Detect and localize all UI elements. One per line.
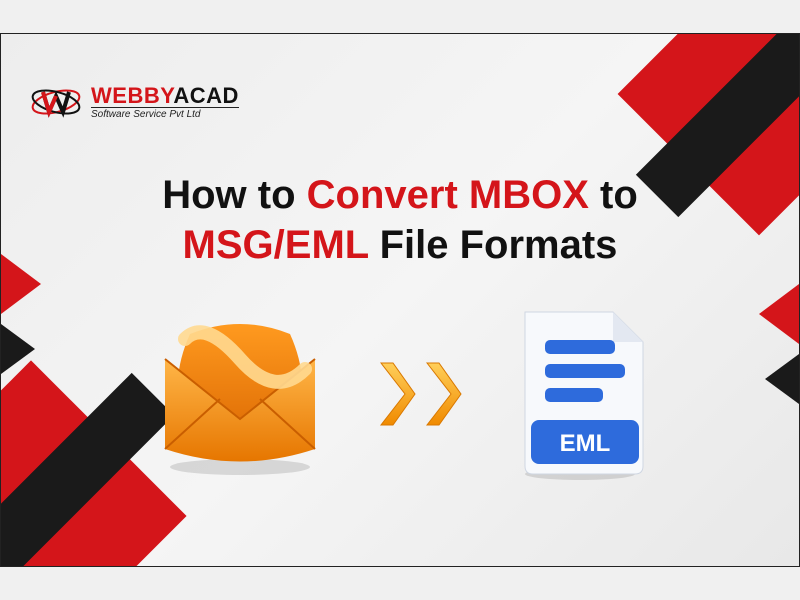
brand-tagline: Software Service Pvt Ltd (91, 107, 239, 120)
eml-label-text: EML (560, 430, 611, 457)
illustration-row: EML (1, 304, 799, 484)
headline-highlight: MSG/EML (183, 223, 369, 267)
headline-highlight: Convert MBOX (307, 173, 589, 217)
eml-file-icon: EML (505, 304, 655, 484)
arrow-chevrons-icon (365, 354, 475, 434)
logo-mark-icon (31, 82, 81, 122)
promo-graphic: WEBBYACAD Software Service Pvt Ltd How t… (0, 33, 800, 567)
headline-text: to (589, 173, 638, 217)
headline-text: How to (162, 173, 306, 217)
mbox-envelope-icon (145, 309, 335, 479)
headline: How to Convert MBOX to MSG/EML File Form… (1, 170, 799, 270)
logo-text: WEBBYACAD Software Service Pvt Ltd (91, 85, 239, 120)
brand-logo: WEBBYACAD Software Service Pvt Ltd (31, 82, 239, 122)
headline-text: File Formats (368, 223, 617, 267)
brand-name-part-1: WEBBY (91, 83, 173, 108)
brand-name-part-2: ACAD (173, 83, 239, 108)
